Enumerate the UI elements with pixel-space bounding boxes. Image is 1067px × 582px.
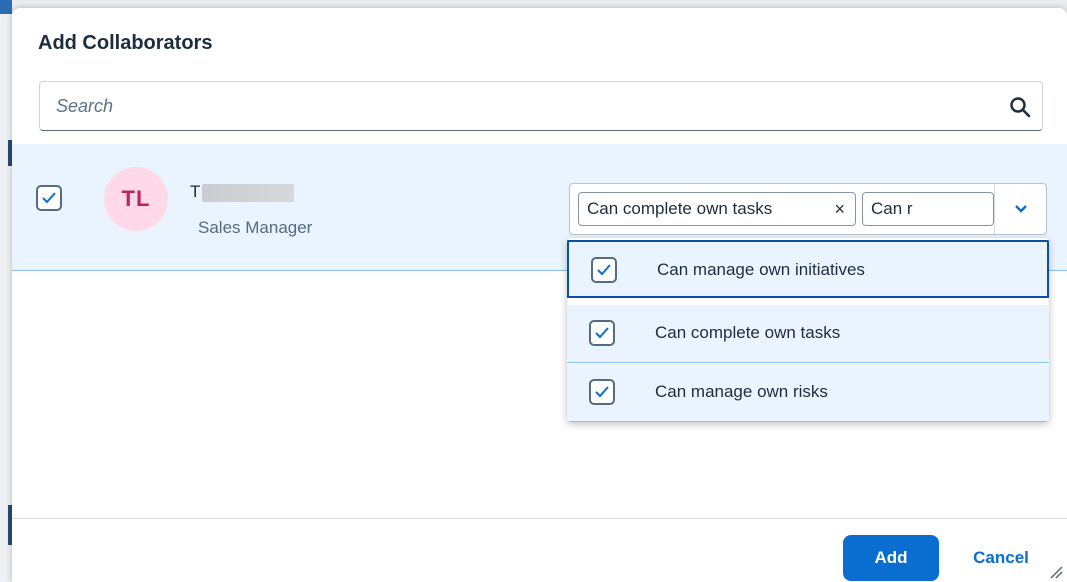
token-label: Can complete own tasks <box>587 199 773 218</box>
add-collaborators-dialog: Add Collaborators TL T Sales Manager Can… <box>12 8 1067 582</box>
checkmark-icon <box>597 264 611 276</box>
checkmark-icon <box>595 327 609 339</box>
permissions-multicombo[interactable]: Can complete own tasks × Can r <box>569 183 1047 235</box>
resize-handle-icon[interactable] <box>1047 563 1063 579</box>
redacted-name <box>202 184 294 202</box>
dropdown-button[interactable] <box>994 184 1046 234</box>
avatar: TL <box>104 167 168 231</box>
checkmark-icon <box>42 192 56 204</box>
option-complete-own-tasks[interactable]: Can complete own tasks <box>567 305 1049 363</box>
option-checkbox[interactable] <box>589 320 615 346</box>
search-field[interactable] <box>39 81 1043 131</box>
collaborator-role: Sales Manager <box>198 218 313 237</box>
option-checkbox[interactable] <box>591 257 617 283</box>
collaborator-name: T <box>190 182 201 201</box>
background-edge <box>0 0 12 582</box>
option-checkbox[interactable] <box>589 379 615 405</box>
close-icon[interactable]: × <box>834 193 845 225</box>
token-label: Can r <box>871 199 913 218</box>
collaborator-checkbox[interactable] <box>36 185 62 211</box>
permission-token[interactable]: Can r <box>862 192 994 226</box>
option-manage-own-initiatives[interactable]: Can manage own initiatives <box>567 240 1049 298</box>
add-button[interactable]: Add <box>843 535 939 581</box>
option-label: Can manage own risks <box>655 382 828 401</box>
option-manage-own-risks[interactable]: Can manage own risks <box>567 364 1049 422</box>
option-label: Can complete own tasks <box>655 323 841 342</box>
permissions-dropdown-list: Can manage own initiatives Can complete … <box>567 238 1049 422</box>
checkmark-icon <box>595 386 609 398</box>
dialog-footer: Add Cancel <box>12 518 1067 582</box>
cancel-button[interactable]: Cancel <box>958 535 1044 581</box>
permission-token[interactable]: Can complete own tasks × <box>578 192 856 226</box>
search-input[interactable] <box>40 82 996 130</box>
option-label: Can manage own initiatives <box>657 260 865 279</box>
search-icon[interactable] <box>1008 95 1032 119</box>
chevron-down-icon <box>1015 205 1027 213</box>
dialog-title: Add Collaborators <box>38 32 213 54</box>
